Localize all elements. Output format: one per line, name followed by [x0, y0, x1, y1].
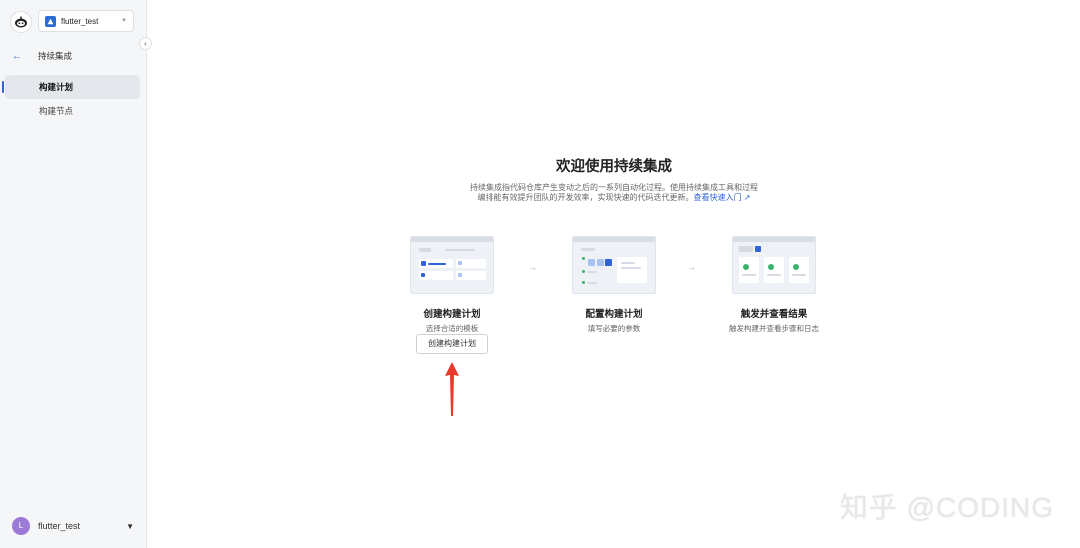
step-title: 触发并查看结果: [740, 309, 808, 320]
sidebar: flutter_test ▼ ← 持续集成 构建计划 构建节点 L flutte…: [0, 0, 147, 548]
quickstart-link[interactable]: 查看快速入门 ↗: [694, 193, 751, 202]
back-label: 持续集成: [38, 51, 73, 61]
project-name: flutter_test: [61, 16, 99, 26]
configure-plan-illustration: [572, 236, 656, 294]
step-subtitle: 触发构建并查看步骤和日志: [729, 324, 819, 333]
sidebar-item-label: 构建节点: [39, 106, 74, 116]
step-subtitle: 填写必要的参数: [587, 324, 641, 333]
create-plan-illustration: [410, 236, 494, 294]
step-configure: 配置构建计划 填写必要的参数: [544, 236, 684, 334]
user-menu[interactable]: L flutter_test ▼: [12, 516, 134, 536]
sidebar-item-label: 构建计划: [39, 82, 74, 92]
avatar: L: [12, 517, 30, 535]
sidebar-item-build-plans[interactable]: 构建计划: [2, 75, 140, 99]
annotation-arrow-icon: [445, 362, 459, 416]
page-title: 欢迎使用持续集成: [556, 159, 672, 175]
watermark: 知乎 @CODING: [839, 492, 1054, 523]
step-subtitle: 选择合适的模板: [425, 324, 479, 333]
project-icon: [45, 15, 56, 27]
coding-logo-icon[interactable]: [10, 11, 32, 33]
main-content: 欢迎使用持续集成 持续集成指代码仓库产生变动之后的一系列自动化过程。使用持续集成…: [148, 0, 1080, 548]
sidebar-item-build-nodes[interactable]: 构建节点: [5, 99, 140, 123]
back-to-ci[interactable]: ← 持续集成: [12, 48, 72, 64]
create-build-plan-button[interactable]: 创建构建计划: [416, 334, 488, 354]
user-name: flutter_test: [38, 521, 81, 531]
step-trigger: 触发并查看结果 触发构建并查看步骤和日志: [704, 236, 844, 334]
arrow-right-icon: →: [687, 262, 696, 272]
description-text: 编排能有效提升团队的开发效率，实现快速的代码迭代更新。: [477, 193, 694, 202]
step-title: 配置构建计划: [585, 309, 643, 320]
back-arrow-icon: ←: [12, 50, 22, 62]
external-link-icon: ↗: [743, 193, 751, 202]
project-selector[interactable]: flutter_test ▼: [38, 10, 134, 32]
description-line-2: 编排能有效提升团队的开发效率，实现快速的代码迭代更新。查看快速入门 ↗: [148, 192, 1080, 203]
step-title: 创建构建计划: [423, 309, 481, 320]
trigger-result-illustration: [732, 236, 816, 294]
caret-down-icon: ▼: [126, 521, 134, 531]
quickstart-link-label: 查看快速入门: [693, 193, 742, 202]
step-create: 创建构建计划 选择合适的模板: [382, 236, 522, 334]
arrow-right-icon: →: [528, 262, 537, 272]
collapse-sidebar-button[interactable]: ‹: [139, 37, 152, 50]
chevron-down-icon: ▼: [121, 18, 127, 24]
